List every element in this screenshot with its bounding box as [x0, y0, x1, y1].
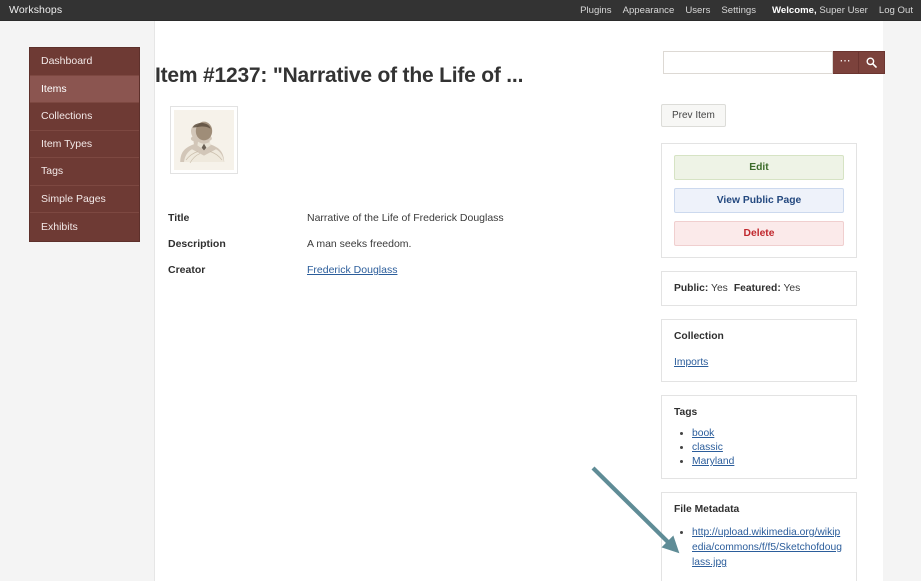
- creator-link[interactable]: Frederick Douglass: [307, 264, 397, 276]
- sidebar-item-dashboard[interactable]: Dashboard: [30, 48, 139, 76]
- sidebar-item-simple-pages[interactable]: Simple Pages: [30, 186, 139, 213]
- top-nav-settings[interactable]: Settings: [721, 5, 756, 16]
- file-metadata-list: http://upload.wikimedia.org/wikipedia/co…: [674, 525, 844, 570]
- sidebar-item-label: Collections: [41, 110, 93, 123]
- portrait-sketch-icon: [174, 110, 234, 170]
- metadata-row-description: Description A man seeks freedom.: [168, 238, 638, 250]
- collection-link[interactable]: Imports: [674, 357, 708, 368]
- sidebar-item-label: Items: [41, 82, 67, 95]
- tags-panel-title: Tags: [674, 407, 698, 418]
- tag-link-classic[interactable]: classic: [692, 442, 723, 453]
- search-input[interactable]: [663, 51, 833, 74]
- list-item: classic: [692, 442, 844, 453]
- sidebar-item-items[interactable]: Items: [30, 75, 139, 103]
- site-brand[interactable]: Workshops: [0, 4, 62, 16]
- top-nav-plugins[interactable]: Plugins: [580, 5, 611, 16]
- sidebar-item-label: Simple Pages: [41, 192, 106, 205]
- edit-button[interactable]: Edit: [674, 155, 844, 180]
- file-metadata-panel: File Metadata http://upload.wikimedia.or…: [661, 492, 857, 581]
- logout-link[interactable]: Log Out: [879, 5, 913, 16]
- sidebar-item-label: Exhibits: [41, 220, 78, 233]
- top-nav: Plugins Appearance Users Settings Welcom…: [580, 5, 921, 16]
- tag-link-maryland[interactable]: Maryland: [692, 456, 734, 467]
- sidebar-item-label: Item Types: [41, 137, 93, 150]
- metadata-value: A man seeks freedom.: [307, 238, 412, 250]
- sidebar-item-collections[interactable]: Collections: [30, 103, 139, 131]
- tag-list: book classic Maryland: [674, 428, 844, 467]
- sidebar-item-label: Dashboard: [41, 55, 93, 68]
- metadata-value: Narrative of the Life of Frederick Dougl…: [307, 212, 504, 224]
- search-submit-button[interactable]: [859, 51, 885, 74]
- item-thumbnail[interactable]: [170, 106, 238, 174]
- item-actions-panel: Edit View Public Page Delete: [661, 143, 857, 258]
- search-icon: [866, 57, 877, 68]
- delete-button[interactable]: Delete: [674, 221, 844, 246]
- welcome-prefix: Welcome,: [772, 4, 817, 16]
- search-bar: ⋯: [663, 51, 885, 74]
- view-public-page-button[interactable]: View Public Page: [674, 188, 844, 213]
- file-metadata-panel-title: File Metadata: [674, 504, 740, 515]
- item-sidebar-rail: Prev Item Edit View Public Page Delete P…: [661, 104, 857, 581]
- sidebar-item-exhibits[interactable]: Exhibits: [30, 213, 139, 241]
- item-metadata: Title Narrative of the Life of Frederick…: [168, 212, 638, 290]
- app-screen: Workshops Plugins Appearance Users Setti…: [0, 0, 921, 581]
- collection-panel-title: Collection: [674, 331, 724, 342]
- file-metadata-link[interactable]: http://upload.wikimedia.org/wikipedia/co…: [692, 527, 842, 568]
- sidebar-item-tags[interactable]: Tags: [30, 158, 139, 186]
- page-title: Item #1237: "Narrative of the Life of ..…: [155, 64, 524, 88]
- public-value: Yes: [711, 283, 728, 294]
- tags-panel: Tags book classic Maryland: [661, 395, 857, 479]
- top-nav-appearance[interactable]: Appearance: [623, 5, 675, 16]
- featured-label: Featured:: [733, 283, 781, 294]
- sidebar-nav: Dashboard Items Collections Item Types T…: [29, 47, 140, 242]
- metadata-row-creator: Creator Frederick Douglass: [168, 264, 638, 276]
- item-status-panel: Public: Yes Featured: Yes: [661, 271, 857, 306]
- metadata-row-title: Title Narrative of the Life of Frederick…: [168, 212, 638, 224]
- metadata-label: Creator: [168, 264, 206, 276]
- right-gutter-background: [883, 21, 921, 581]
- featured-value: Yes: [783, 283, 801, 294]
- status-badge: Public: Yes Featured: Yes: [674, 283, 844, 294]
- ellipsis-icon: ⋯: [839, 54, 852, 67]
- list-item: book: [692, 428, 844, 439]
- search-options-button[interactable]: ⋯: [833, 51, 859, 74]
- tag-link-book[interactable]: book: [692, 428, 714, 439]
- welcome-message: Welcome, Super User: [772, 5, 868, 16]
- top-admin-bar: Workshops Plugins Appearance Users Setti…: [0, 0, 921, 21]
- sidebar-item-label: Tags: [41, 165, 64, 178]
- metadata-label: Title: [168, 212, 190, 224]
- list-item: http://upload.wikimedia.org/wikipedia/co…: [692, 525, 844, 570]
- sidebar-item-item-types[interactable]: Item Types: [30, 131, 139, 158]
- collection-panel: Collection Imports: [661, 319, 857, 382]
- prev-item-button[interactable]: Prev Item: [661, 104, 726, 127]
- top-nav-users[interactable]: Users: [685, 5, 710, 16]
- public-label: Public:: [674, 283, 709, 294]
- welcome-username: Super User: [816, 4, 868, 16]
- metadata-value: Frederick Douglass: [307, 264, 397, 276]
- metadata-label: Description: [168, 238, 226, 250]
- list-item: Maryland: [692, 456, 844, 467]
